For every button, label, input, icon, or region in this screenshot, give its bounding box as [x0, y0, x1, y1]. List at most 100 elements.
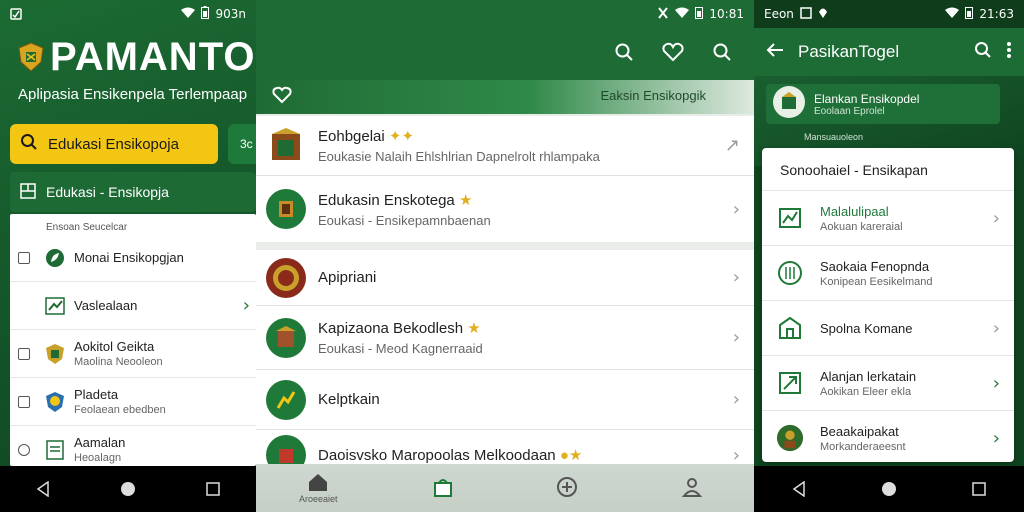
secondary-tab-button[interactable]: 3c: [228, 124, 256, 164]
tab-library[interactable]: [403, 476, 483, 500]
home-icon: [307, 472, 329, 494]
list-item[interactable]: Apipriani ›: [256, 250, 754, 306]
section-header: Ensoan Seucelcar: [46, 222, 128, 233]
checkbox[interactable]: [18, 395, 30, 408]
list-item[interactable]: Saokaia Fenopnda Konipean Eesikelmand: [762, 245, 1014, 300]
item-title: Kelptkain: [318, 391, 380, 408]
category-card: Apipriani › Kapizaona Bekodlesh ★ Eoukas…: [256, 250, 754, 480]
featured-card: Eohbgelai ✦✦ Eoukasie Nalaih Ehlshlrian …: [256, 116, 754, 242]
list-item[interactable]: Eohbgelai ✦✦ Eoukasie Nalaih Ehlshlrian …: [256, 116, 754, 176]
home-icon[interactable]: [118, 479, 138, 499]
tab-label: Aroeeaiet: [298, 494, 338, 504]
item-title: Edukasin Enskotega: [318, 191, 455, 209]
pin-icon[interactable]: ↗: [725, 135, 740, 156]
list-item[interactable]: Malalulipaal Aokuan kareraial ›: [762, 190, 1014, 245]
chevron-right-icon: ›: [732, 327, 740, 348]
system-nav-bar: [754, 466, 1024, 512]
status-time: 21:63: [979, 7, 1014, 21]
battery-icon: [201, 6, 210, 22]
page-title: PasikanTogel: [798, 42, 900, 61]
back-icon[interactable]: [33, 479, 53, 499]
item-subtitle: Konipean Eesikelmand: [820, 275, 933, 288]
search-button[interactable]: Edukasi Ensikopoja: [10, 124, 218, 164]
search-icon[interactable]: [974, 41, 992, 64]
notification-icon: [800, 6, 812, 22]
badge-icon: ●★: [559, 447, 583, 464]
item-subtitle: Feolaean ebedben: [74, 404, 166, 416]
trend-icon: [776, 369, 804, 397]
item-subtitle: Eoukasi - Ensikepamnbaenan: [318, 212, 491, 228]
item-subtitle: Eoukasi - Meod Kagnerraaid: [318, 341, 483, 356]
battery-icon: [965, 6, 974, 22]
category-card: Sonoohaiel - Ensikapan Malalulipaal Aoku…: [762, 148, 1014, 462]
banner-label: Eaksin Ensikopgik: [600, 88, 707, 103]
star-icon: ★: [458, 191, 473, 209]
document-icon: [44, 439, 66, 461]
screen-list: 10:81 Eaksin Ensikopgik Eohbgelai ✦✦ Eou…: [256, 0, 754, 512]
home-icon[interactable]: [879, 479, 899, 499]
list-item[interactable]: Alanjan lerkatain Aokikan Eleer ekla ›: [762, 355, 1014, 410]
item-title: Malalulipaal: [820, 203, 889, 219]
search-icon[interactable]: [614, 42, 634, 67]
list-item[interactable]: Kelptkain ›: [256, 370, 754, 430]
chevron-right-icon: ›: [732, 198, 740, 220]
heart-icon[interactable]: [272, 86, 292, 109]
search-icon[interactable]: [712, 42, 732, 67]
favorite-icon[interactable]: [662, 42, 684, 67]
chevron-right-icon: ›: [992, 317, 1000, 339]
crest-icon: [18, 42, 44, 72]
hero-title: Elankan Ensikopdel: [814, 91, 920, 106]
checkbox[interactable]: [18, 251, 30, 264]
radio-button[interactable]: [18, 443, 30, 456]
carrier-label: Eeon: [764, 7, 794, 21]
chevron-right-icon: ›: [992, 207, 1000, 229]
chevron-right-icon: ›: [992, 372, 1000, 394]
item-subtitle: Heoalagn: [74, 452, 122, 464]
building-icon: [776, 314, 804, 342]
item-title: Apipriani: [318, 269, 377, 286]
card-title: Sonoohaiel - Ensikapan: [780, 162, 928, 178]
tab-profile[interactable]: [652, 476, 732, 500]
list-item[interactable]: Spolna Komane ›: [762, 300, 1014, 355]
tab-home[interactable]: Aroeeaiet: [278, 472, 358, 504]
back-icon[interactable]: [789, 479, 809, 499]
search-icon: [20, 133, 38, 155]
chart-icon: [44, 295, 66, 317]
notification-icon: [10, 8, 22, 20]
checkbox[interactable]: [18, 347, 30, 360]
hero-item[interactable]: Elankan Ensikopdel Eoolaan Eprolel: [766, 84, 1000, 124]
item-title: Eohbgelai: [318, 128, 385, 145]
chart-icon: [776, 204, 804, 232]
item-title: Aamalan: [74, 435, 126, 450]
list-item[interactable]: Vaslealaan ›: [10, 282, 256, 330]
list-item[interactable]: Kapizaona Bekodlesh ★ Eoukasi - Meod Kag…: [256, 306, 754, 370]
chart-icon: [266, 379, 306, 420]
chevron-right-icon: ›: [732, 267, 740, 288]
leaf-icon: [44, 247, 66, 269]
badge-icon: ✦✦: [388, 128, 415, 145]
recents-icon[interactable]: [969, 479, 989, 499]
item-title: Aokitol Geikta: [74, 339, 155, 354]
list-item[interactable]: Aokitol Geikta Maolina Neooleon: [10, 330, 256, 378]
recents-icon[interactable]: [203, 479, 223, 499]
list-item[interactable]: Monai Ensikopgjan: [10, 234, 256, 282]
category-bar[interactable]: Edukasi - Ensikopja: [10, 172, 256, 212]
item-title: Alanjan lerkatain: [820, 368, 917, 384]
temple-icon: [266, 125, 306, 166]
bottom-tab-bar: Aroeeaiet: [256, 464, 754, 512]
app-subtitle: Aplipasia Ensikenpela Terlempaap: [18, 86, 248, 103]
more-vert-icon[interactable]: [1006, 41, 1012, 64]
tab-add[interactable]: [527, 476, 607, 500]
list-item[interactable]: Edukasin Enskotega ★ Eoukasi - Ensikepam…: [256, 176, 754, 242]
wifi-icon: [675, 7, 690, 22]
banner: Eaksin Ensikopgik: [256, 80, 754, 114]
status-time: 10:81: [709, 7, 744, 21]
temple-icon: [266, 317, 306, 358]
wifi-icon: [181, 7, 196, 22]
screen-detail: Eeon 21:63 PasikanTogel Elankan Ensikopd…: [754, 0, 1024, 512]
list-item[interactable]: Pladeta Feolaean ebedben: [10, 378, 256, 426]
back-arrow-icon[interactable]: [766, 42, 784, 63]
system-nav-bar: [0, 466, 256, 512]
list-item[interactable]: Beaakaipakat Morkanderaeesnt ›: [762, 410, 1014, 465]
app-bar: PasikanTogel: [754, 28, 1024, 76]
